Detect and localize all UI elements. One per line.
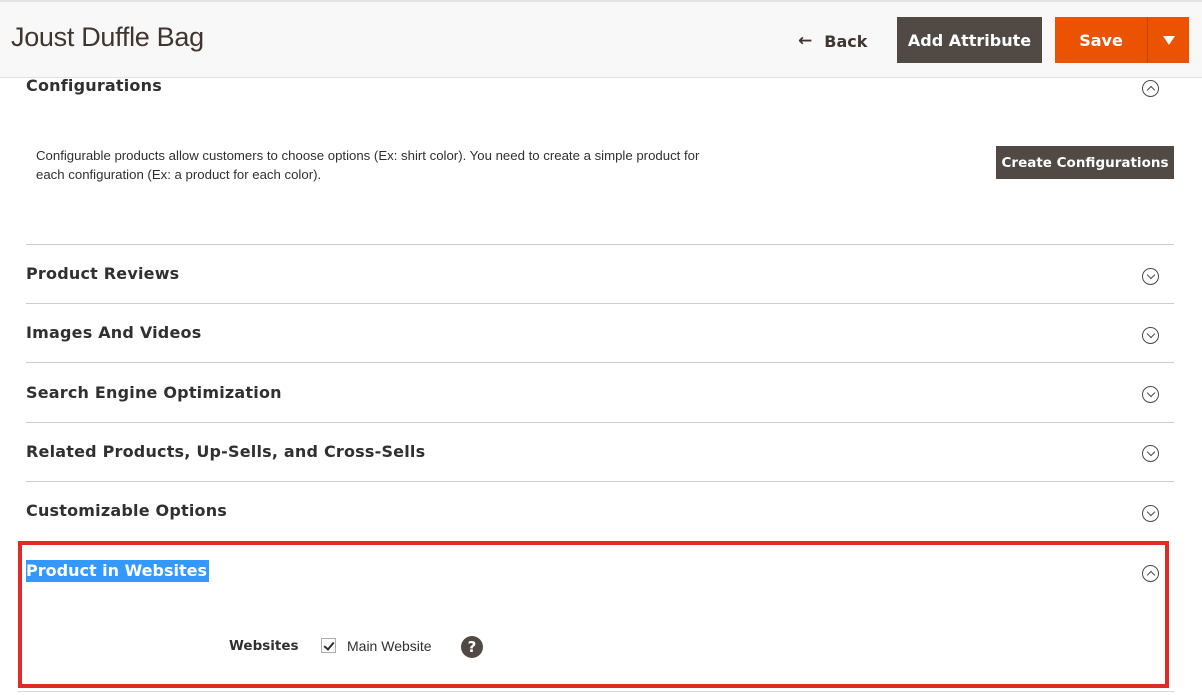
arrow-left-icon: ← (798, 31, 813, 51)
triangle-down-icon (1162, 35, 1175, 45)
section-title-related-products[interactable]: Related Products, Up-Sells, and Cross-Se… (26, 442, 425, 461)
section-title-product-in-websites[interactable]: Product in Websites (26, 560, 210, 582)
main-website-label[interactable]: Main Website (347, 638, 432, 654)
expand-chevron-down-icon[interactable] (1142, 505, 1159, 522)
collapse-chevron-up-icon[interactable] (1142, 80, 1159, 97)
section-title-customizable-options[interactable]: Customizable Options (26, 501, 227, 520)
expand-chevron-down-icon[interactable] (1142, 268, 1159, 285)
save-options-toggle[interactable] (1148, 17, 1189, 63)
back-button[interactable]: ← Back (798, 28, 867, 54)
websites-field-label: Websites (229, 638, 299, 654)
section-title-seo[interactable]: Search Engine Optimization (26, 383, 282, 402)
page-title: Joust Duffle Bag (11, 22, 204, 52)
section-title-configurations[interactable]: Configurations (26, 76, 162, 95)
divider (26, 422, 1174, 423)
expand-chevron-down-icon[interactable] (1142, 445, 1159, 462)
divider (18, 691, 1174, 692)
divider (26, 303, 1174, 304)
page-header: Joust Duffle Bag ← Back Add Attribute Sa… (0, 2, 1202, 78)
section-title-product-reviews[interactable]: Product Reviews (26, 264, 179, 283)
back-label: Back (824, 31, 868, 51)
divider (26, 362, 1174, 363)
configurations-description: Configurable products allow customers to… (36, 148, 700, 182)
divider (26, 481, 1174, 482)
expand-chevron-down-icon[interactable] (1142, 386, 1159, 403)
main-website-checkbox[interactable] (321, 638, 336, 653)
save-button[interactable]: Save (1055, 17, 1148, 63)
collapse-chevron-up-icon[interactable] (1142, 565, 1159, 582)
expand-chevron-down-icon[interactable] (1142, 327, 1159, 344)
create-configurations-button[interactable]: Create Configurations (996, 146, 1174, 179)
save-button-group: Save (1055, 17, 1189, 63)
divider (26, 244, 1174, 245)
add-attribute-button[interactable]: Add Attribute (897, 17, 1042, 63)
help-icon[interactable]: ? (461, 636, 483, 658)
section-title-images-and-videos[interactable]: Images And Videos (26, 323, 201, 342)
